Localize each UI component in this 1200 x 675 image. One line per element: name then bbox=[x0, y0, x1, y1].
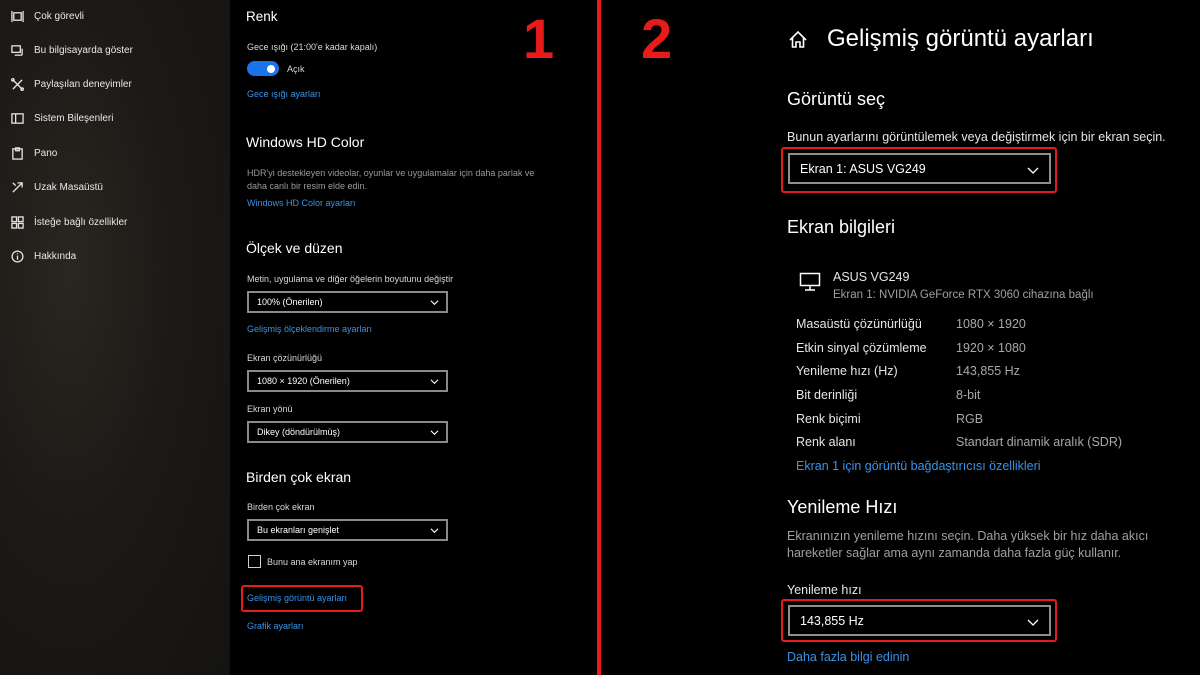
monitor-subtitle: Ekran 1: NVIDIA GeForce RTX 3060 cihazın… bbox=[833, 289, 1094, 301]
monitor-name: ASUS VG249 bbox=[833, 270, 910, 284]
chevron-down-icon bbox=[1027, 167, 1039, 174]
home-icon[interactable] bbox=[788, 30, 808, 50]
info-row: Renk alanı Standart dinamik aralık (SDR) bbox=[796, 435, 1176, 455]
shared-experiences-icon bbox=[10, 77, 24, 91]
night-light-label: Gece ışığı (21:00'e kadar kapalı) bbox=[247, 42, 378, 52]
chevron-down-icon bbox=[430, 528, 439, 534]
refresh-description-1: Ekranınızın yenileme hızını seçin. Daha … bbox=[787, 529, 1149, 543]
graphics-settings-link[interactable]: Grafik ayarları bbox=[247, 621, 304, 631]
refresh-rate-label: Yenileme hızı bbox=[787, 583, 862, 597]
hd-color-settings-link[interactable]: Windows HD Color ayarları bbox=[247, 198, 356, 208]
orientation-dropdown[interactable]: Dikey (döndürülmüş) bbox=[247, 421, 448, 443]
display-select-dropdown[interactable]: Ekran 1: ASUS VG249 bbox=[788, 153, 1051, 184]
sidebar-item-about[interactable]: Hakkında bbox=[10, 245, 76, 267]
color-heading: Renk bbox=[246, 9, 278, 24]
multitasking-icon bbox=[10, 9, 24, 23]
info-row: Renk biçimi RGB bbox=[796, 412, 1176, 432]
more-info-link[interactable]: Daha fazla bilgi edinin bbox=[787, 650, 909, 664]
info-key: Renk alanı bbox=[796, 435, 856, 449]
scale-dropdown-value: 100% (Önerilen) bbox=[257, 297, 323, 307]
info-icon bbox=[10, 249, 24, 263]
remote-desktop-icon bbox=[10, 180, 24, 194]
night-light-toggle-state: Açık bbox=[287, 64, 305, 74]
refresh-rate-heading: Yenileme Hızı bbox=[787, 497, 898, 517]
refresh-rate-value: 143,855 Hz bbox=[800, 613, 864, 628]
display-select-value: Ekran 1: ASUS VG249 bbox=[800, 161, 926, 176]
resolution-dropdown-value: 1080 × 1920 (Önerilen) bbox=[257, 376, 350, 386]
multi-display-label: Birden çok ekran bbox=[247, 502, 315, 512]
resolution-dropdown[interactable]: 1080 × 1920 (Önerilen) bbox=[247, 370, 448, 392]
sidebar-item-label: Uzak Masaüstü bbox=[34, 181, 103, 193]
sidebar-item-project[interactable]: Bu bilgisayarda göster bbox=[10, 39, 133, 61]
info-value: 8-bit bbox=[956, 388, 981, 402]
display-settings-panel: Renk Gece ışığı (21:00'e kadar kapalı) A… bbox=[230, 0, 597, 675]
hd-color-heading: Windows HD Color bbox=[246, 134, 365, 150]
info-key: Bit derinliği bbox=[796, 388, 858, 402]
system-components-icon bbox=[10, 111, 24, 125]
sidebar-item-label: Sistem Bileşenleri bbox=[34, 112, 114, 124]
sidebar-item-remote-desktop[interactable]: Uzak Masaüstü bbox=[10, 176, 103, 198]
project-icon bbox=[10, 43, 24, 57]
info-row: Bit derinliği 8-bit bbox=[796, 388, 1176, 408]
select-display-heading: Görüntü seç bbox=[787, 89, 886, 109]
info-key: Masaüstü çözünürlüğü bbox=[796, 317, 922, 331]
sidebar-item-label: Bu bilgisayarda göster bbox=[34, 44, 133, 56]
night-light-settings-link[interactable]: Gece ışığı ayarları bbox=[247, 89, 321, 99]
advanced-scaling-link[interactable]: Gelişmiş ölçeklendirme ayarları bbox=[247, 324, 372, 334]
step-number-1: 1 bbox=[523, 7, 555, 70]
sidebar-item-clipboard[interactable]: Pano bbox=[10, 142, 57, 164]
sidebar-item-label: Paylaşılan deneyimler bbox=[34, 78, 132, 90]
sidebar-item-shared-experiences[interactable]: Paylaşılan deneyimler bbox=[10, 73, 132, 95]
info-key: Yenileme hızı (Hz) bbox=[796, 364, 898, 378]
settings-sidebar: Çok görevli Bu bilgisayarda göster Payla… bbox=[0, 0, 230, 675]
hd-color-description-1: HDR'yi destekleyen videolar, oyunlar ve … bbox=[247, 168, 535, 178]
step-number-2: 2 bbox=[641, 7, 673, 70]
select-display-description: Bunun ayarlarını görüntülemek veya değiş… bbox=[787, 130, 1166, 144]
night-light-toggle[interactable] bbox=[247, 61, 279, 76]
resolution-label: Ekran çözünürlüğü bbox=[247, 353, 323, 363]
chevron-down-icon bbox=[430, 430, 439, 436]
main-display-checkbox[interactable] bbox=[248, 555, 261, 568]
info-value: 1920 × 1080 bbox=[956, 341, 1026, 355]
multi-display-heading: Birden çok ekran bbox=[246, 469, 352, 485]
advanced-display-panel: 2 Gelişmiş görüntü ayarları Görüntü seç … bbox=[601, 0, 1200, 675]
info-value: RGB bbox=[956, 412, 984, 426]
scale-heading: Ölçek ve düzen bbox=[246, 240, 343, 256]
info-row: Masaüstü çözünürlüğü 1080 × 1920 bbox=[796, 317, 1176, 337]
sidebar-item-system-components[interactable]: Sistem Bileşenleri bbox=[10, 107, 113, 129]
clipboard-icon bbox=[10, 146, 24, 160]
sidebar-item-multitasking[interactable]: Çok görevli bbox=[10, 5, 84, 27]
multi-display-dropdown-value: Bu ekranları genişlet bbox=[257, 525, 340, 535]
chevron-down-icon bbox=[430, 379, 439, 385]
text-size-label: Metin, uygulama ve diğer öğelerin boyutu… bbox=[247, 274, 454, 284]
monitor-icon bbox=[799, 272, 821, 291]
info-value: Standart dinamik aralık (SDR) bbox=[956, 435, 1123, 449]
hd-color-description-2: daha canlı bir resim elde edin. bbox=[247, 181, 368, 191]
sidebar-item-label: Pano bbox=[34, 147, 58, 159]
scale-dropdown[interactable]: 100% (Önerilen) bbox=[247, 291, 448, 313]
orientation-label: Ekran yönü bbox=[247, 404, 293, 414]
info-row: Etkin sinyal çözümleme 1920 × 1080 bbox=[796, 341, 1176, 361]
info-value: 143,855 Hz bbox=[956, 364, 1020, 378]
advanced-display-settings-link[interactable]: Gelişmiş görüntü ayarları bbox=[247, 593, 347, 603]
chevron-down-icon bbox=[430, 300, 439, 306]
main-display-checkbox-label: Bunu ana ekranım yap bbox=[267, 557, 358, 567]
orientation-dropdown-value: Dikey (döndürülmüş) bbox=[257, 427, 341, 437]
optional-features-icon bbox=[10, 215, 24, 229]
sidebar-item-label: İsteğe bağlı özellikler bbox=[34, 216, 128, 228]
refresh-description-2: hareketler sağlar ama aynı zamanda daha … bbox=[787, 546, 1122, 560]
info-row: Yenileme hızı (Hz) 143,855 Hz bbox=[796, 364, 1176, 384]
sidebar-item-optional-features[interactable]: İsteğe bağlı özellikler bbox=[10, 211, 127, 233]
chevron-down-icon bbox=[1027, 619, 1039, 626]
info-key: Renk biçimi bbox=[796, 412, 861, 426]
multi-display-dropdown[interactable]: Bu ekranları genişlet bbox=[247, 519, 448, 541]
page-title: Gelişmiş görüntü ayarları bbox=[827, 25, 1094, 52]
info-value: 1080 × 1920 bbox=[956, 317, 1026, 331]
sidebar-item-label: Çok görevli bbox=[34, 10, 85, 22]
adapter-properties-link[interactable]: Ekran 1 için görüntü bağdaştırıcısı özel… bbox=[796, 459, 1041, 473]
info-key: Etkin sinyal çözümleme bbox=[796, 341, 927, 355]
sidebar-item-label: Hakkında bbox=[34, 250, 77, 262]
display-info-heading: Ekran bilgileri bbox=[787, 217, 896, 237]
refresh-rate-dropdown[interactable]: 143,855 Hz bbox=[788, 605, 1051, 636]
